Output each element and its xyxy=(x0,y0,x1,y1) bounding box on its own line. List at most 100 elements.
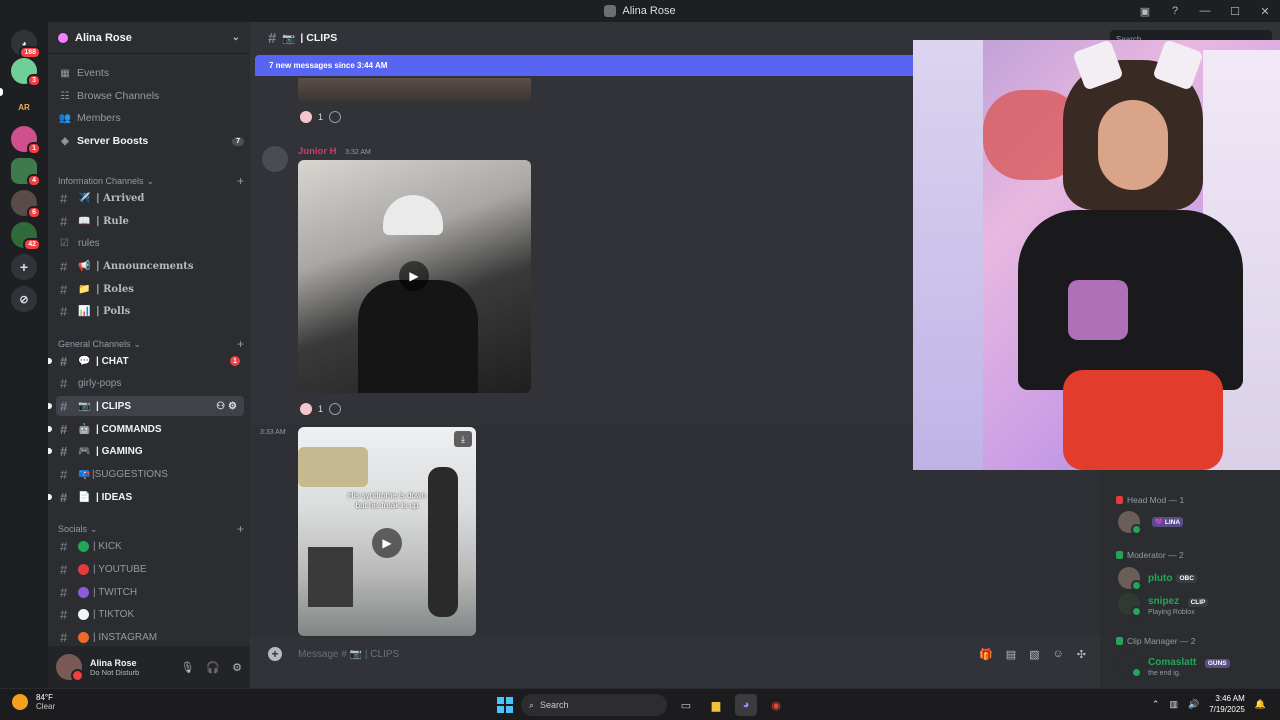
taskbar-search[interactable]: ⌕ Search xyxy=(521,694,667,716)
add-channel-icon[interactable]: + xyxy=(237,337,244,351)
reaction-emoji[interactable] xyxy=(300,403,312,415)
close-icon[interactable]: ✕ xyxy=(1250,5,1280,18)
channel-roles[interactable]: # 📁 | Roles xyxy=(56,279,244,299)
unread-indicator xyxy=(48,403,52,409)
plane-icon: ✈️ xyxy=(78,193,91,204)
channel-instagram[interactable]: # | INSTAGRAM xyxy=(56,627,244,647)
server-icon-current[interactable]: 4 xyxy=(11,158,41,187)
message-avatar[interactable] xyxy=(262,146,288,172)
add-reaction-icon[interactable] xyxy=(329,403,342,415)
apps-icon[interactable]: ✣ xyxy=(1077,648,1086,661)
clock[interactable]: 3:46 AM 7/19/2025 xyxy=(1209,693,1245,715)
task-view-icon[interactable]: ▭ xyxy=(675,694,697,716)
chevron-down-icon[interactable]: ⌄ xyxy=(232,32,240,43)
server-icon-5[interactable]: 6 xyxy=(11,190,41,219)
add-server-icon[interactable]: + xyxy=(11,254,37,280)
previous-media[interactable] xyxy=(298,78,531,102)
shield-icon xyxy=(1116,496,1123,504)
chrome-icon[interactable]: ◉ xyxy=(765,694,787,716)
channel-commands[interactable]: # 🤖 | COMMANDS xyxy=(48,419,244,439)
message-composer[interactable]: + Message # 📷 | CLIPS 🎁 ▤ ▧ ☺ ✣ xyxy=(258,642,1092,666)
server-icon-2[interactable]: AR xyxy=(11,94,37,120)
channel-youtube[interactable]: # | YOUTUBE xyxy=(56,559,244,579)
channel-actions[interactable]: ⚇⚙ xyxy=(216,401,240,412)
server-badge: 1 xyxy=(27,142,41,155)
start-icon[interactable] xyxy=(497,697,513,713)
chevron-up-icon[interactable]: ⌃ xyxy=(1152,699,1160,710)
channel-tiktok[interactable]: # | TIKTOK xyxy=(56,604,244,624)
play-icon[interactable]: ▶ xyxy=(372,528,402,558)
temperature: 84°F xyxy=(36,693,53,702)
discover-icon[interactable]: ⊘ xyxy=(11,286,37,312)
category-general[interactable]: General Channels ⌄ + xyxy=(58,337,244,351)
channel-arrived[interactable]: # ✈️ | Arrived xyxy=(56,188,244,208)
member-lina[interactable]: 💜 LINA xyxy=(1118,511,1184,535)
member-comaslatt[interactable]: Comaslatt GUNS the end ig. xyxy=(1118,652,1230,678)
emoji-icon[interactable]: ☺ xyxy=(1053,648,1064,661)
server-icon-1[interactable]: 3 xyxy=(11,58,41,87)
nav-events[interactable]: ▦ Events xyxy=(58,63,244,83)
inbox-icon[interactable]: ▣ xyxy=(1130,5,1160,18)
member-name: snipez xyxy=(1148,596,1180,607)
category-information[interactable]: Information Channels ⌄ + xyxy=(58,174,244,188)
caption-line: His syndrome is down xyxy=(347,491,427,500)
notifications-icon[interactable]: 🔔 xyxy=(1255,699,1266,710)
reaction-emoji[interactable] xyxy=(300,111,312,123)
download-icon[interactable]: ⤓ xyxy=(454,431,472,447)
minimize-icon[interactable]: — xyxy=(1190,5,1220,17)
user-avatar[interactable] xyxy=(56,654,84,682)
volume-icon[interactable]: 🔊 xyxy=(1188,699,1199,710)
message-author[interactable]: Junior H 3:32 AM xyxy=(298,146,371,157)
new-messages-bar[interactable]: 7 new messages since 3:44 AM xyxy=(255,55,955,76)
category-socials[interactable]: Socials ⌄ + xyxy=(58,522,244,536)
invite-icon[interactable]: ⚇ xyxy=(216,401,228,412)
add-reaction-icon[interactable] xyxy=(329,111,342,123)
discord-app-icon[interactable]: ◕ xyxy=(735,694,757,716)
channel-rules[interactable]: ☑ rules xyxy=(56,233,244,253)
settings-gear-icon[interactable]: ⚙ xyxy=(232,661,242,674)
weather-widget[interactable]: 84°F Clear xyxy=(12,693,55,711)
server-icon-3[interactable]: 1 xyxy=(11,126,41,155)
gif-icon[interactable]: ▤ xyxy=(1006,648,1016,661)
channel-rule[interactable]: # 📖 | Rule xyxy=(56,211,244,231)
channel-clips[interactable]: # 📷 | CLIPS ⚇⚙ xyxy=(48,396,244,416)
maximize-icon[interactable]: ☐ xyxy=(1220,5,1250,18)
gear-icon[interactable]: ⚙ xyxy=(228,401,240,412)
channel-label: | CHAT xyxy=(96,355,129,367)
nav-server-boosts[interactable]: ◈ Server Boosts 7 xyxy=(58,131,244,151)
home-button[interactable]: ◕ 188 xyxy=(11,30,41,59)
channel-suggestions[interactable]: # 📪 |SUGGESTIONS xyxy=(56,464,244,484)
headphones-icon[interactable]: 🎧 xyxy=(206,661,220,674)
server-header[interactable]: Alina Rose ⌄ xyxy=(48,22,250,54)
server-icon-6[interactable]: 42 xyxy=(11,222,41,251)
channel-polls[interactable]: # 📊 | Polls xyxy=(56,301,244,321)
channel-twitch[interactable]: # | TWITCH xyxy=(56,582,244,602)
add-channel-icon[interactable]: + xyxy=(237,522,244,536)
channel-gaming[interactable]: # 🎮 | GAMING xyxy=(48,441,244,461)
channel-chat[interactable]: # 💬 | CHAT 1 xyxy=(48,351,244,371)
help-icon[interactable]: ? xyxy=(1160,5,1190,17)
channel-ideas[interactable]: # 📄 | IDEAS xyxy=(48,487,244,507)
channel-kick[interactable]: # | KICK xyxy=(56,536,244,556)
sticker-icon[interactable]: ▧ xyxy=(1029,648,1039,661)
gift-icon[interactable]: 🎁 xyxy=(979,648,993,661)
hash-icon: # xyxy=(60,353,68,369)
hash-icon: # xyxy=(60,421,68,437)
white-circle-icon xyxy=(78,608,89,620)
member-pluto[interactable]: pluto OBC xyxy=(1118,567,1197,591)
network-icon[interactable]: ▥ xyxy=(1169,699,1178,710)
video-attachment-2[interactable]: His syndrome is down but his freak is up… xyxy=(298,427,476,636)
unread-indicator xyxy=(48,494,52,500)
channel-announcements[interactable]: # 📢 | Announcements xyxy=(56,256,244,276)
file-explorer-icon[interactable]: ▆ xyxy=(705,694,727,716)
channel-girly-pops[interactable]: # girly-pops xyxy=(56,373,244,393)
add-channel-icon[interactable]: + xyxy=(237,174,244,188)
microphone-icon[interactable]: 🎙 xyxy=(180,661,194,674)
member-snipez[interactable]: snipez CLIP Playing Roblox xyxy=(1118,591,1209,617)
add-attachment-icon[interactable]: + xyxy=(268,647,282,661)
video-attachment-1[interactable]: ▶ xyxy=(298,160,531,393)
play-icon[interactable]: ▶ xyxy=(399,261,429,291)
nav-browse-channels[interactable]: ☷ Browse Channels xyxy=(58,86,244,106)
window-title: Alina Rose xyxy=(622,5,676,17)
nav-members[interactable]: 👥 Members xyxy=(58,108,244,128)
